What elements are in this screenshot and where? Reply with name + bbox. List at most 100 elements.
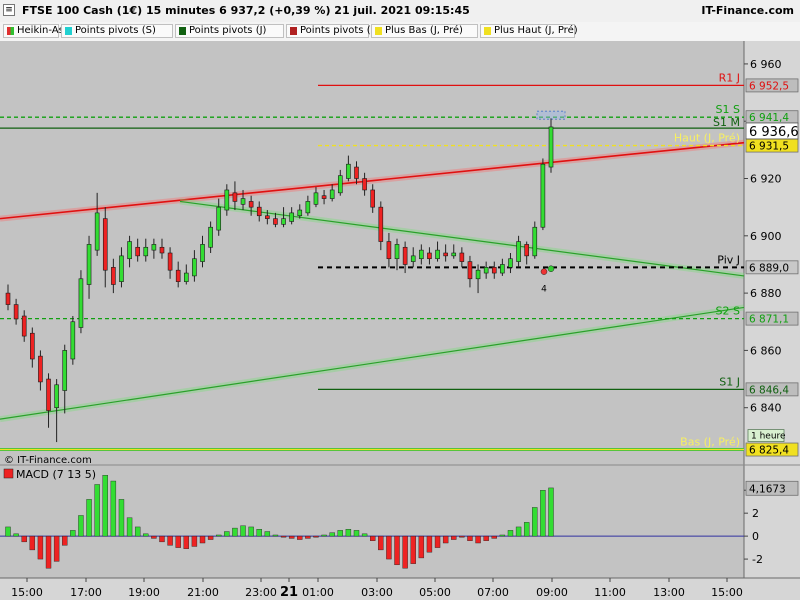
candle-body	[500, 264, 505, 274]
macd-bar	[386, 535, 392, 560]
y-tick-label: 6 840	[750, 402, 782, 415]
candle-body	[30, 332, 35, 360]
y-tick-label: 6 880	[750, 287, 782, 300]
selection-box	[536, 110, 566, 120]
candle-body	[305, 201, 311, 214]
candle-body	[281, 218, 286, 225]
macd-bar	[353, 530, 360, 537]
macd-bar	[240, 525, 246, 537]
macd-bar	[86, 499, 92, 537]
macd-bar	[442, 535, 449, 544]
macd-bar	[143, 533, 149, 537]
candle-body	[248, 201, 254, 208]
level-label: S2 S	[716, 305, 740, 318]
candle-body	[378, 206, 384, 242]
x-tick-label: 11:00	[594, 586, 626, 599]
macd-bar	[475, 535, 481, 544]
candle-body	[410, 255, 416, 262]
candle-body	[329, 189, 335, 199]
macd-bar	[94, 484, 100, 537]
candle-body	[38, 355, 43, 383]
candle-body	[394, 244, 400, 260]
price-chart[interactable]: 6 9606 9406 9206 9006 8806 8606 840R1 J6…	[0, 41, 800, 600]
macd-bar	[410, 535, 416, 564]
macd-bar	[264, 531, 271, 537]
macd-bar	[280, 535, 287, 538]
candle-body	[265, 215, 270, 219]
macd-bar	[394, 535, 400, 566]
macd-bar	[483, 535, 489, 541]
candle-body	[483, 267, 489, 274]
macd-bar	[256, 529, 262, 537]
macd-tick-label: 2	[752, 507, 759, 520]
candle-body	[240, 198, 246, 205]
candle-body	[256, 206, 262, 217]
macd-bar	[434, 535, 441, 548]
candle-body	[159, 246, 165, 254]
legend-item[interactable]: Plus Haut (J, Pré)	[480, 24, 578, 38]
legend-swatch	[179, 27, 186, 35]
level-label: S1 S	[716, 103, 740, 116]
macd-bar	[126, 517, 133, 537]
x-tick-label: 13:00	[653, 586, 685, 599]
macd-bar	[45, 535, 52, 569]
candle-body	[119, 255, 124, 282]
macd-bar	[37, 535, 44, 560]
candle-body	[224, 189, 230, 211]
macd-bar	[491, 535, 497, 539]
macd-bar	[532, 507, 538, 537]
candle-body	[337, 175, 343, 194]
candle-body	[289, 212, 294, 222]
candle-body	[491, 267, 497, 274]
candle-body	[192, 258, 197, 277]
level-label: Piv J	[717, 253, 740, 266]
macd-bar	[499, 534, 506, 537]
x-tick-label: 15:00	[11, 586, 43, 599]
legend-item[interactable]: Points pivots (S)	[61, 24, 173, 38]
legend-swatch	[7, 27, 14, 35]
macd-tick-label: 0	[752, 530, 759, 543]
macd-bar	[321, 534, 327, 537]
brand-label: IT-Finance.com	[701, 4, 794, 17]
y-tick-label: 6 860	[750, 344, 782, 357]
candle-body	[467, 261, 473, 280]
legend-item[interactable]: Points pivots (M)	[286, 24, 383, 38]
candle-body	[208, 226, 213, 248]
y-tick-label: 6 900	[750, 230, 782, 243]
macd-bar	[78, 515, 84, 537]
candle-body	[135, 246, 140, 257]
macd-bar	[288, 535, 295, 539]
macd-bar	[102, 475, 108, 537]
candle-body	[313, 192, 319, 205]
candle-body	[273, 218, 278, 225]
macd-bar	[134, 526, 141, 537]
candle-body	[370, 189, 376, 208]
x-tick-label: 21	[280, 585, 298, 600]
macd-bar	[118, 499, 125, 537]
macd-bar	[467, 535, 473, 541]
legend-item[interactable]: Plus Bas (J, Pré)	[371, 24, 478, 38]
candle-body	[62, 350, 68, 391]
candle-body	[111, 267, 116, 285]
legend-swatch	[375, 27, 382, 35]
macd-bar	[426, 535, 433, 553]
candle-body	[459, 252, 465, 262]
legend-item[interactable]: Heikin-Ashi	[3, 24, 73, 38]
x-tick-label: 01:00	[302, 586, 334, 599]
sell-signal-marker	[540, 268, 548, 275]
macd-bar	[216, 534, 222, 537]
legend-item[interactable]: Points pivots (J)	[175, 24, 284, 38]
level-label: Haut (J, Pré)	[674, 132, 740, 145]
x-tick-label: 19:00	[128, 586, 160, 599]
watermark: © IT-Finance.com	[4, 455, 92, 466]
menu-icon[interactable]: ≡	[3, 4, 15, 16]
candle-body	[451, 252, 457, 257]
legend-label: Points pivots (S)	[75, 25, 156, 36]
macd-bar	[361, 533, 368, 537]
macd-bar	[70, 530, 76, 537]
legend-label: Points pivots (J)	[189, 25, 267, 36]
legend-swatch	[65, 27, 72, 35]
macd-bar	[224, 531, 230, 537]
x-tick-label: 23:00	[245, 586, 277, 599]
level-value-label: 6 952,5	[749, 80, 789, 92]
